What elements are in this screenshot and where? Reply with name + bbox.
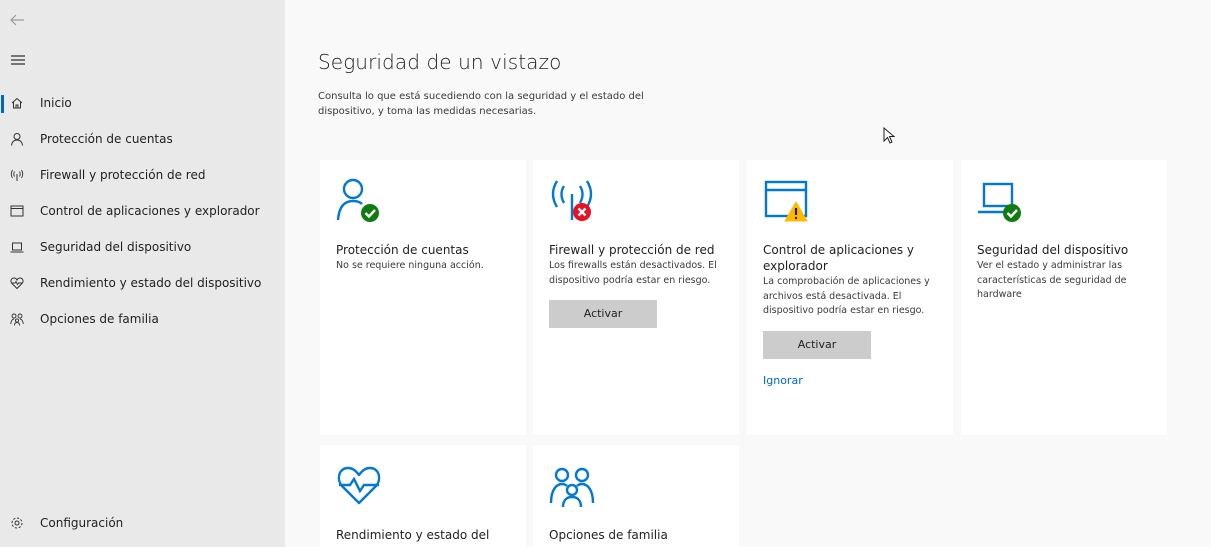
card-control-aplicaciones[interactable]: Control de aplicaciones y explorador La … bbox=[747, 160, 953, 435]
page-title: Seguridad de un vistazo bbox=[318, 50, 562, 74]
card-rendimiento[interactable]: Rendimiento y estado del bbox=[320, 445, 526, 547]
person-check-icon bbox=[335, 176, 383, 224]
sidebar-item-label: Protección de cuentas bbox=[40, 132, 173, 146]
card-description: La comprobación de aplicaciones y archiv… bbox=[763, 276, 930, 316]
card-familia[interactable]: Opciones de familia bbox=[533, 445, 739, 547]
laptop-icon bbox=[9, 239, 25, 255]
sidebar-item-label: Firewall y protección de red bbox=[40, 168, 206, 182]
activate-firewall-button[interactable]: Activar bbox=[549, 300, 657, 328]
card-firewall[interactable]: Firewall y protección de red Los firewal… bbox=[533, 160, 739, 435]
sidebar-item-seguridad-dispositivo[interactable]: Seguridad del dispositivo bbox=[0, 231, 285, 263]
card-proteccion-cuentas[interactable]: Protección de cuentas No se requiere nin… bbox=[320, 160, 526, 435]
card-title: Control de aplicaciones y explorador La … bbox=[763, 242, 943, 389]
sidebar-item-label: Opciones de familia bbox=[40, 312, 159, 326]
heart-pulse-icon bbox=[335, 461, 383, 509]
sidebar-item-configuracion[interactable]: Configuración bbox=[0, 508, 285, 538]
sidebar-item-inicio[interactable]: Inicio bbox=[0, 87, 285, 119]
card-title: Protección de cuentas No se requiere nin… bbox=[336, 242, 516, 274]
gear-icon bbox=[9, 515, 25, 531]
sidebar-item-proteccion-cuentas[interactable]: Protección de cuentas bbox=[0, 123, 285, 155]
sidebar-item-label: Control de aplicaciones y explorador bbox=[40, 204, 260, 218]
person-icon bbox=[9, 131, 25, 147]
family-icon bbox=[9, 311, 25, 327]
mouse-cursor-icon bbox=[883, 126, 897, 145]
settings-label: Configuración bbox=[40, 516, 124, 530]
family-icon bbox=[548, 461, 596, 509]
card-description: Ver el estado y administrar las caracter… bbox=[977, 260, 1127, 300]
card-seguridad-dispositivo[interactable]: Seguridad del dispositivo Ver el estado … bbox=[961, 160, 1167, 435]
card-title: Seguridad del dispositivo Ver el estado … bbox=[977, 242, 1157, 303]
heart-pulse-icon bbox=[9, 275, 25, 291]
page-subtitle: Consulta lo que está sucediendo con la s… bbox=[318, 91, 644, 117]
antenna-icon bbox=[9, 167, 25, 183]
home-icon bbox=[9, 95, 25, 111]
sidebar-item-control-aplicaciones[interactable]: Control de aplicaciones y explorador bbox=[0, 195, 285, 227]
sidebar-item-firewall[interactable]: Firewall y protección de red bbox=[0, 159, 285, 191]
browser-window-icon bbox=[9, 203, 25, 219]
card-description: Los firewalls están desactivados. El dis… bbox=[549, 260, 717, 286]
browser-warning-icon bbox=[762, 176, 810, 224]
card-title: Rendimiento y estado del bbox=[336, 528, 490, 542]
laptop-check-icon bbox=[976, 176, 1024, 224]
antenna-error-icon bbox=[548, 176, 596, 224]
sidebar-item-label: Rendimiento y estado del dispositivo bbox=[40, 276, 262, 290]
back-arrow-icon[interactable] bbox=[6, 8, 30, 32]
card-title: Firewall y protección de red Los firewal… bbox=[549, 242, 729, 328]
card-description: No se requiere ninguna acción. bbox=[336, 260, 484, 271]
sidebar-item-rendimiento[interactable]: Rendimiento y estado del dispositivo bbox=[0, 267, 285, 299]
main-content: Seguridad de un vistazo Consulta lo que … bbox=[285, 0, 1211, 547]
activate-app-control-button[interactable]: Activar bbox=[763, 330, 871, 359]
ignore-link[interactable]: Ignorar bbox=[763, 373, 943, 389]
card-title: Opciones de familia bbox=[549, 528, 668, 542]
sidebar-item-label: Inicio bbox=[40, 96, 72, 110]
hamburger-menu-icon[interactable] bbox=[8, 50, 28, 70]
sidebar: Inicio Protección de cuentas Firewall y … bbox=[0, 0, 285, 547]
sidebar-item-familia[interactable]: Opciones de familia bbox=[0, 303, 285, 335]
sidebar-item-label: Seguridad del dispositivo bbox=[40, 240, 192, 254]
